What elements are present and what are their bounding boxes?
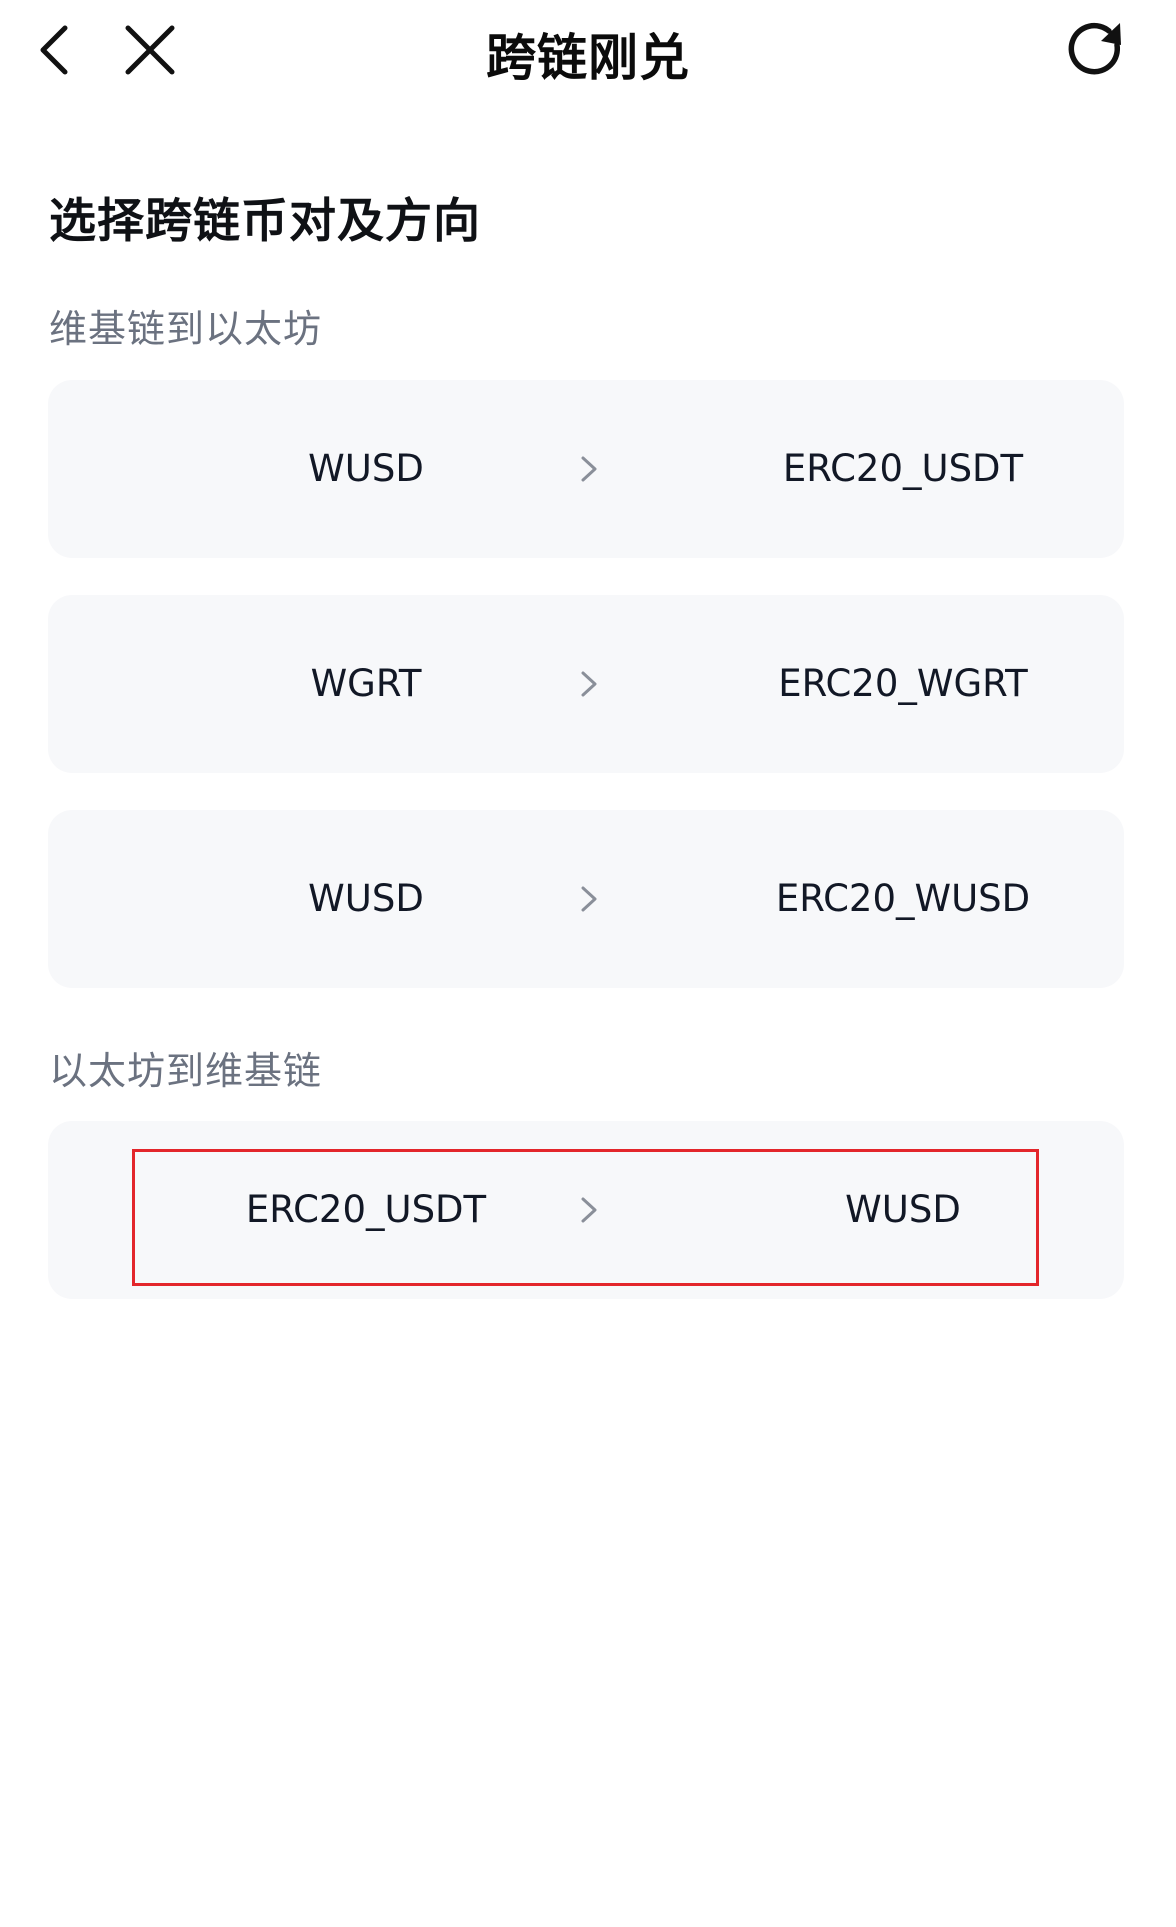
to-coin-label: ERC20_WGRT <box>778 662 1028 705</box>
refresh-button[interactable] <box>1056 10 1136 90</box>
to-coin-label: ERC20_USDT <box>782 447 1024 490</box>
pair-card[interactable]: WUSD ERC20_WUSD <box>48 810 1124 988</box>
chevron-right-icon <box>581 456 597 482</box>
from-coin-label: WUSD <box>308 447 424 490</box>
to-coin-label: ERC20_WUSD <box>775 877 1031 920</box>
group-label-wiki-to-eth: 维基链到以太坊 <box>49 307 323 351</box>
chevron-right-icon <box>581 886 597 912</box>
section-title: 选择跨链币对及方向 <box>49 194 481 249</box>
page-title: 跨链刚兑 <box>486 29 690 87</box>
pair-card[interactable]: WUSD ERC20_USDT <box>48 380 1124 558</box>
to-coin-label: WUSD <box>845 1188 961 1231</box>
from-coin-label: ERC20_USDT <box>245 1188 487 1231</box>
pair-card[interactable]: ERC20_USDT WUSD <box>48 1121 1124 1299</box>
from-coin-label: WUSD <box>308 877 424 920</box>
refresh-icon <box>1068 22 1121 75</box>
chevron-right-icon <box>581 1197 597 1223</box>
pair-card[interactable]: WGRT ERC20_WGRT <box>48 595 1124 773</box>
group-label-eth-to-wiki: 以太坊到维基链 <box>49 1049 323 1093</box>
header-bar: 跨链刚兑 <box>0 0 1176 110</box>
from-coin-label: WGRT <box>310 662 422 705</box>
chevron-right-icon <box>581 671 597 697</box>
